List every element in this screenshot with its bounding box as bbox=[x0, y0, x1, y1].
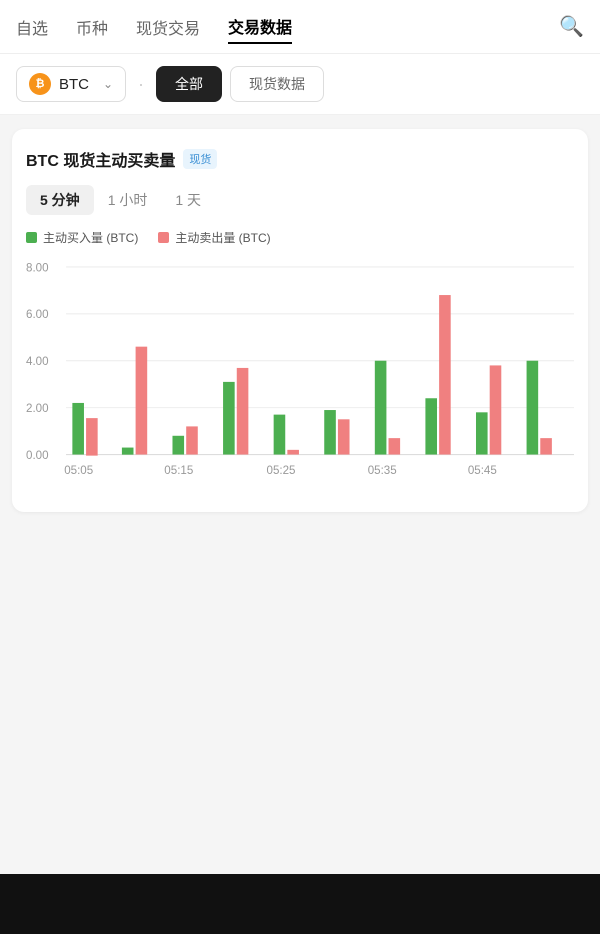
time-tab-1d[interactable]: 1 天 bbox=[161, 185, 215, 215]
legend-sell: 主动卖出量 (BTC) bbox=[158, 229, 270, 246]
svg-text:05:15: 05:15 bbox=[164, 464, 193, 477]
bar bbox=[122, 448, 134, 455]
chart-svg: 8.00 6.00 4.00 2.00 0.00 bbox=[26, 256, 574, 496]
spot-badge: 现货 bbox=[183, 149, 217, 169]
svg-text:0.00: 0.00 bbox=[26, 449, 49, 462]
legend-sell-label: 主动卖出量 (BTC) bbox=[175, 229, 270, 246]
search-icon[interactable]: 🔍 bbox=[559, 14, 584, 39]
legend-sell-dot bbox=[158, 232, 169, 243]
main-content: BTC 现货主动买卖量 现货 5 分钟 1 小时 1 天 主动买入量 (BTC)… bbox=[0, 115, 600, 526]
bar bbox=[223, 382, 235, 455]
nav-item-coins[interactable]: 币种 bbox=[76, 11, 108, 43]
bar bbox=[324, 410, 336, 455]
legend-buy-dot bbox=[26, 232, 37, 243]
bar bbox=[375, 361, 387, 455]
svg-text:05:35: 05:35 bbox=[368, 464, 397, 477]
filter-buttons: 全部 现货数据 bbox=[156, 66, 324, 102]
toolbar: ₿ BTC ⌄ · 全部 现货数据 bbox=[0, 54, 600, 115]
chart-legend: 主动买入量 (BTC) 主动卖出量 (BTC) bbox=[26, 229, 574, 246]
bar bbox=[338, 419, 350, 454]
coin-selector[interactable]: ₿ BTC ⌄ bbox=[16, 66, 126, 102]
svg-text:6.00: 6.00 bbox=[26, 308, 49, 321]
filter-all-button[interactable]: 全部 bbox=[156, 66, 222, 102]
nav-items: 自选 币种 现货交易 交易数据 bbox=[16, 10, 559, 44]
time-tabs: 5 分钟 1 小时 1 天 bbox=[26, 185, 574, 215]
chevron-down-icon: ⌄ bbox=[103, 77, 113, 91]
bar bbox=[136, 347, 148, 455]
chart-card: BTC 现货主动买卖量 现货 5 分钟 1 小时 1 天 主动买入量 (BTC)… bbox=[12, 129, 588, 512]
svg-text:05:45: 05:45 bbox=[468, 464, 497, 477]
chart-area: 8.00 6.00 4.00 2.00 0.00 bbox=[26, 256, 574, 496]
bar bbox=[527, 361, 539, 455]
bar bbox=[287, 450, 299, 455]
bar bbox=[476, 412, 488, 454]
svg-text:8.00: 8.00 bbox=[26, 261, 49, 274]
divider: · bbox=[138, 74, 144, 95]
time-tab-5min[interactable]: 5 分钟 bbox=[26, 185, 94, 215]
coin-name: BTC bbox=[59, 76, 95, 93]
nav-item-spot-trade[interactable]: 现货交易 bbox=[136, 11, 200, 43]
card-title: BTC 现货主动买卖量 bbox=[26, 147, 175, 171]
bar bbox=[237, 368, 249, 455]
bar bbox=[86, 418, 98, 456]
btc-icon: ₿ bbox=[29, 73, 51, 95]
card-title-row: BTC 现货主动买卖量 现货 bbox=[26, 147, 574, 171]
bar bbox=[490, 365, 502, 454]
bar bbox=[186, 426, 198, 454]
top-nav: 自选 币种 现货交易 交易数据 🔍 bbox=[0, 0, 600, 54]
legend-buy-label: 主动买入量 (BTC) bbox=[43, 229, 138, 246]
svg-text:05:25: 05:25 bbox=[267, 464, 296, 477]
time-tab-1h[interactable]: 1 小时 bbox=[94, 185, 162, 215]
legend-buy: 主动买入量 (BTC) bbox=[26, 229, 138, 246]
filter-spot-button[interactable]: 现货数据 bbox=[230, 66, 324, 102]
bar bbox=[439, 295, 451, 454]
bottom-bar bbox=[0, 874, 600, 934]
svg-text:05:05: 05:05 bbox=[64, 464, 93, 477]
bar bbox=[274, 415, 286, 455]
bar bbox=[425, 398, 437, 454]
nav-item-watchlist[interactable]: 自选 bbox=[16, 11, 48, 43]
bar bbox=[72, 403, 84, 455]
svg-text:4.00: 4.00 bbox=[26, 355, 49, 368]
nav-item-trade-data[interactable]: 交易数据 bbox=[228, 10, 292, 44]
bar bbox=[540, 438, 552, 454]
bar bbox=[172, 436, 184, 455]
svg-text:2.00: 2.00 bbox=[26, 402, 49, 415]
bar bbox=[389, 438, 401, 454]
